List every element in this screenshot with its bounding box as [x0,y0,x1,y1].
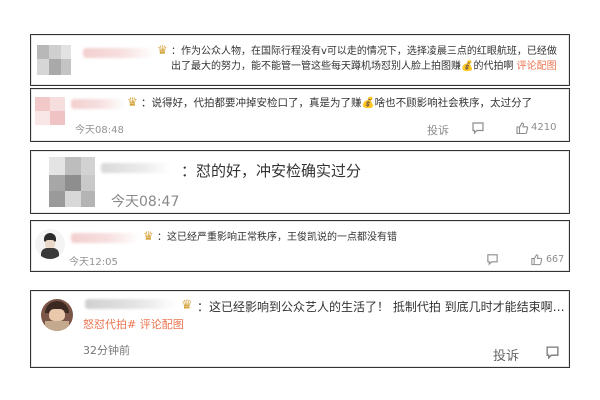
comment-icon[interactable] [545,345,560,360]
comment-body: 怼的好，冲安检确实过分 [196,162,362,180]
comment-card-5: ♛ ：这已经影响到公众艺人的生活了！ 抵制代拍 到底几时才能结束啊… 怒怼代拍#… [30,290,570,368]
comment-image-link[interactable]: 评论配图 [517,61,557,72]
comment-text: ：说得好，代拍都要冲掉安检口了，真是为了赚💰啥也不顾影响社会秩序，太过分了 [141,96,532,110]
comment-text: ：这已经严重影响正常秩序，王俊凯说的一点都没有错 [157,231,397,245]
comment-text: ：作为公众人物，在国际行程没有v可以走的情况下，选择凌晨三点的红眼航班，已经做出… [171,44,565,74]
avatar[interactable] [35,97,65,125]
timestamp: 今天08:47 [111,194,180,210]
avatar[interactable] [49,157,95,207]
like-count: 667 [546,254,565,265]
comment-icon[interactable] [486,253,499,266]
colon: ： [197,300,210,314]
timestamp: 今天12:05 [69,257,118,268]
comment-body-tail: 的代拍啊 [473,61,514,72]
comment-body: 这已经影响到公众艺人的生活了！ 抵制代拍 到底几时才能结束啊… [209,300,565,314]
comment-card-3: ：怼的好，冲安检确实过分 今天08:47 [30,150,570,214]
thumbs-up-icon[interactable] [515,121,529,135]
avatar[interactable] [35,229,65,259]
colon: ： [157,232,167,243]
comment-body: 这已经严重影响正常秩序，王俊凯说的一点都没有错 [167,232,397,243]
money-bag-emoji: 💰 [361,97,375,109]
comment-card-4: ♛ ：这已经严重影响正常秩序，王俊凯说的一点都没有错 今天12:05 667 [30,220,570,272]
topic-tags[interactable]: 怒怼代拍# 评论配图 [83,318,184,332]
comment-card-2: ♛ ：说得好，代拍都要冲掉安检口了，真是为了赚💰啥也不顾影响社会秩序，太过分了 … [30,88,570,142]
username[interactable] [101,163,171,173]
crown-badge-icon: ♛ [181,298,193,313]
comment-body-b: 啥也不顾影响社会秩序，太过分了 [374,97,533,109]
timestamp: 32分钟前 [83,344,130,357]
colon: ： [141,97,152,109]
like-count: 4210 [531,122,557,133]
comment-text: ：这已经影响到公众艺人的生活了！ 抵制代拍 到底几时才能结束啊… [197,299,565,315]
report-button[interactable]: 投诉 [427,122,449,138]
timestamp: 今天08:48 [75,125,124,136]
comment-icon[interactable] [471,121,485,135]
comment-text: ：怼的好，冲安检确实过分 [181,161,361,181]
username[interactable] [71,233,139,243]
avatar[interactable] [41,299,73,331]
comment-card-1: ♛ ：作为公众人物，在国际行程没有v可以走的情况下，选择凌晨三点的红眼航班，已经… [30,34,570,86]
crown-badge-icon: ♛ [143,229,154,243]
crown-badge-icon: ♛ [157,43,168,57]
crown-badge-icon: ♛ [127,95,138,109]
thumbs-up-icon[interactable] [530,253,543,266]
topic-tag-and-image-link[interactable]: 怒怼代拍# 评论配图 [83,318,184,331]
colon: ： [171,46,181,57]
username[interactable] [83,48,155,58]
report-button[interactable]: 投诉 [493,345,519,364]
username[interactable] [71,99,125,109]
avatar[interactable] [37,45,71,75]
comment-body-a: 说得好，代拍都要冲掉安检口了，真是为了赚 [151,97,362,109]
colon: ： [181,162,197,180]
username[interactable] [85,299,177,309]
money-bag-emoji: 💰 [461,61,474,72]
